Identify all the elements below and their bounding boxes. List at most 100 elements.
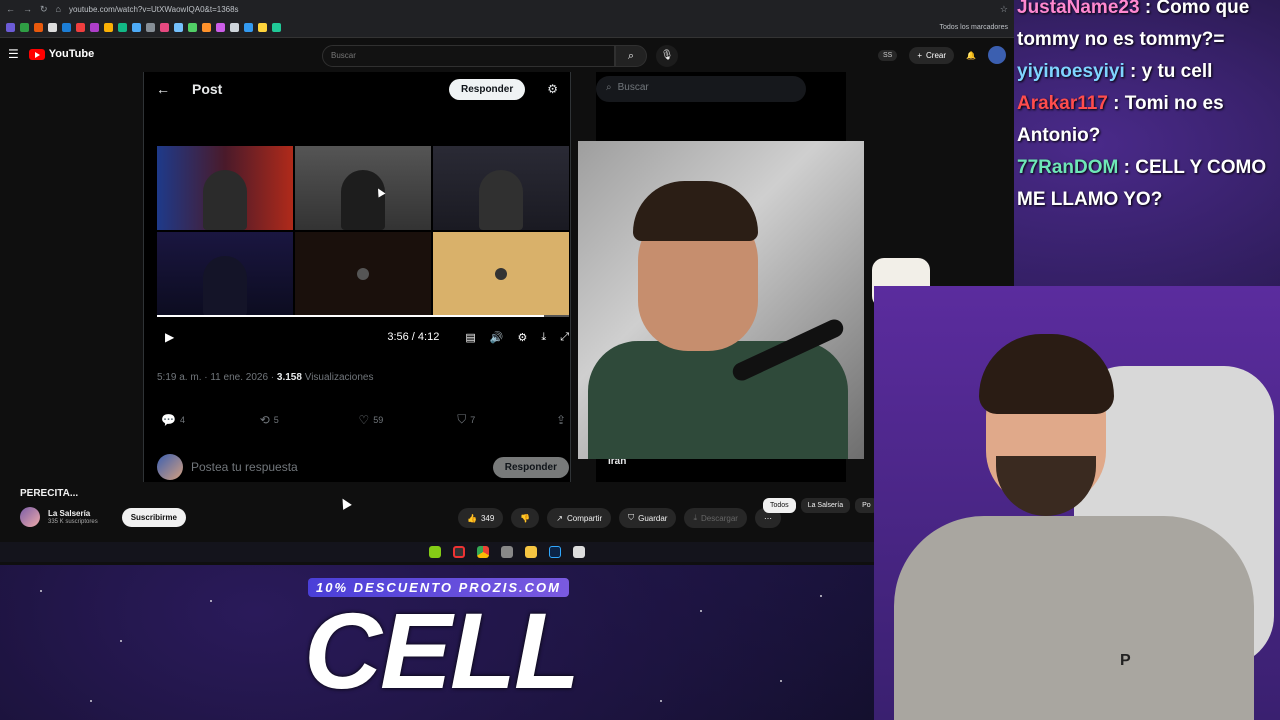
folder-icon[interactable]	[525, 546, 537, 558]
progress-fill	[157, 315, 545, 317]
face-icon	[495, 268, 507, 280]
video-info-bar: PERECITA... La Salsería 335 K suscriptor…	[0, 482, 1014, 542]
app-icon[interactable]	[429, 546, 441, 558]
app-icon[interactable]	[453, 546, 465, 558]
comment-icon: 💬	[161, 412, 176, 427]
app-icon[interactable]	[573, 546, 585, 558]
bookmark-icon[interactable]	[6, 23, 15, 32]
address-bar[interactable]: ← → ↻ ⌂ youtube.com/watch?v=UtXWaowIQA0&…	[0, 0, 1014, 18]
bookmark-icon[interactable]	[20, 23, 29, 32]
reply-input[interactable]: Postea tu respuesta	[191, 460, 298, 474]
create-label: Crear	[926, 50, 947, 60]
bookmark-icon[interactable]	[202, 23, 211, 32]
like-count: 59	[373, 414, 384, 425]
bookmark-icon[interactable]	[48, 23, 57, 32]
like-button[interactable]: 👍 349	[458, 508, 504, 528]
reply-submit-button[interactable]: Responder	[492, 456, 569, 478]
bookmark-icon[interactable]	[174, 23, 183, 32]
bookmark-icon[interactable]	[160, 23, 169, 32]
bookmark-icon[interactable]	[132, 23, 141, 32]
chat-user: 77RanDOM	[1017, 157, 1119, 178]
repost-count: 5	[273, 414, 279, 425]
download-button[interactable]: ⤓ Descargar	[684, 508, 747, 528]
video-tile	[157, 232, 293, 316]
post-timestamp: 5:19 a. m. · 11 ene. 2026 ·	[157, 372, 275, 383]
search-input[interactable]: Buscar	[322, 45, 615, 67]
reply-button[interactable]: Responder	[449, 78, 526, 100]
chip-channel[interactable]: La Salsería	[800, 498, 851, 513]
repost-icon: ⟲	[259, 412, 270, 427]
bookmark-icon[interactable]	[244, 23, 253, 32]
bookmark-icon[interactable]	[230, 23, 239, 32]
bookmark-icon[interactable]	[188, 23, 197, 32]
channel-name[interactable]: La Salsería	[48, 509, 98, 518]
bookmark-count: 7	[470, 414, 476, 425]
views-label: Visualizaciones	[304, 372, 374, 383]
sweater-logo-icon: P	[1120, 652, 1131, 669]
bookmark-icon[interactable]	[62, 23, 71, 32]
bookmark-action[interactable]: ⛉ 7	[457, 412, 556, 427]
all-bookmarks[interactable]: Todos los marcadores	[940, 24, 1008, 31]
miniplayer-icon[interactable]: ⤓	[541, 331, 546, 344]
video-progress-bar[interactable]	[157, 315, 569, 317]
post-actions: 💬 4 ⟲ 5 ♡ 59 ⛉ 7 ⇪	[161, 412, 566, 427]
person-hair	[633, 181, 758, 241]
play-icon[interactable]: ▶	[165, 330, 174, 344]
reload-icon[interactable]: ↻	[40, 4, 48, 15]
forward-icon[interactable]: →	[23, 4, 32, 14]
home-icon[interactable]: ⌂	[56, 4, 61, 14]
chip-todos[interactable]: Todos	[763, 498, 796, 513]
bookmark-icon[interactable]	[118, 23, 127, 32]
dislike-button[interactable]: 👎	[511, 508, 540, 528]
face-icon	[357, 268, 369, 280]
bookmark-icon[interactable]	[258, 23, 267, 32]
bookmark-icon[interactable]	[216, 23, 225, 32]
volume-icon[interactable]: 🔊	[490, 331, 504, 344]
chrome-icon[interactable]	[477, 546, 489, 558]
star-icon[interactable]: ☆	[1000, 4, 1008, 15]
search-icon[interactable]: ⌕	[615, 45, 647, 67]
save-button[interactable]: ⛉ Guardar	[619, 508, 677, 528]
channel-avatar[interactable]	[20, 507, 40, 527]
video-player[interactable]	[157, 146, 569, 316]
photoshop-icon[interactable]	[549, 546, 561, 558]
captions-icon[interactable]: ▤	[465, 331, 475, 344]
back-arrow-icon[interactable]: ←	[156, 81, 170, 97]
subscribe-button[interactable]: Suscribirme	[121, 507, 186, 527]
chat-text: : y tu cell	[1130, 61, 1213, 82]
fullscreen-icon[interactable]: ⤢	[560, 331, 569, 344]
bookmark-icon[interactable]	[34, 23, 43, 32]
bookmark-icon[interactable]	[76, 23, 85, 32]
share-button[interactable]: ↗ Compartir	[547, 508, 612, 528]
video-controls: ▶ 3:56 / 4:12 ▤ 🔊 ⚙ ⤓ ⤢	[157, 330, 569, 344]
menu-icon[interactable]: ☰	[8, 47, 19, 61]
bookmark-icon[interactable]	[272, 23, 281, 32]
x-search-input[interactable]: ⌕ Buscar	[596, 76, 806, 102]
download-label: Descargar	[701, 513, 738, 523]
share-action[interactable]: ⇪	[556, 412, 566, 427]
post-panel: ← Post Responder ⚙ ▶ 3:56 / 4:12 ▤ 🔊 ⚙ ⤓…	[143, 72, 571, 482]
share-label: Compartir	[567, 513, 603, 523]
like-action[interactable]: ♡ 59	[358, 412, 457, 427]
app-icon[interactable]	[501, 546, 513, 558]
bookmark-icon[interactable]	[104, 23, 113, 32]
bell-icon[interactable]: 🔔	[966, 51, 976, 60]
back-icon[interactable]: ←	[6, 4, 15, 14]
repost-action[interactable]: ⟲ 5	[260, 412, 359, 427]
video-tile	[295, 146, 431, 230]
settings-icon[interactable]: ⚙	[517, 331, 527, 344]
url-text[interactable]: youtube.com/watch?v=UtXWaowIQA0&t=1368s	[69, 5, 992, 14]
bookmark-icon: ⛉	[457, 412, 467, 426]
create-button[interactable]: + Crear	[909, 46, 955, 64]
person-hair	[979, 334, 1114, 414]
avatar[interactable]	[988, 46, 1006, 64]
video-tile	[433, 232, 569, 316]
mic-icon[interactable]: 🎙	[656, 45, 678, 67]
youtube-logo[interactable]: YouTube	[28, 48, 94, 60]
bookmark-icon[interactable]	[146, 23, 155, 32]
reply-action[interactable]: 💬 4	[161, 412, 260, 427]
ss-badge[interactable]: SS	[878, 49, 898, 61]
thumbs-down-icon: 👎	[520, 513, 531, 523]
bookmark-icon[interactable]	[90, 23, 99, 32]
settings-sliders-icon[interactable]: ⚙	[547, 82, 558, 96]
